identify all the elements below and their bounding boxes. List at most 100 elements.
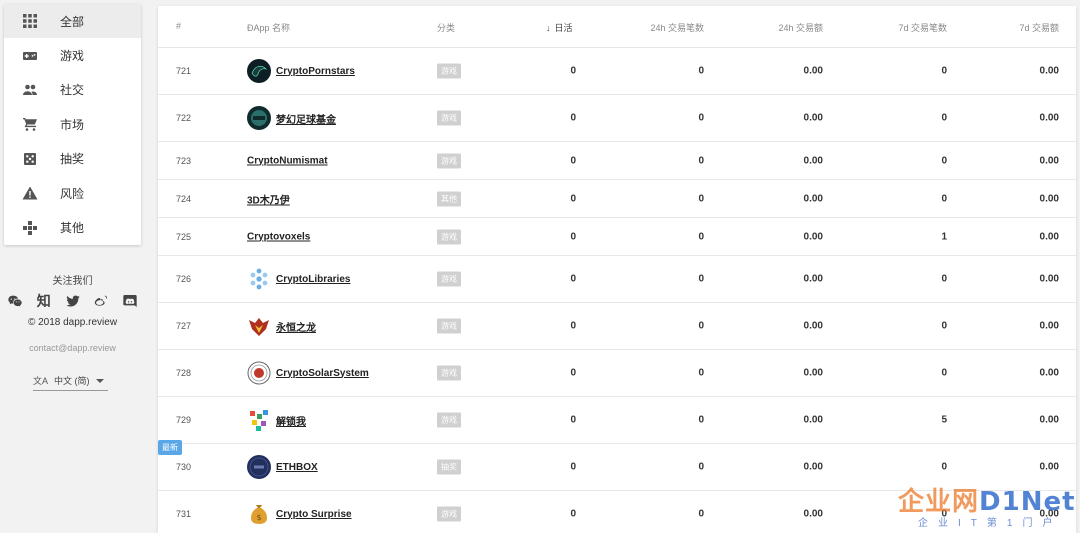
category-badge: 游戏 [437, 506, 461, 522]
row-dapp[interactable]: CryptoPornstars [247, 59, 355, 83]
sidebar-item-3[interactable]: 市场 [4, 107, 141, 141]
sidebar-item-label: 抽奖 [60, 152, 85, 167]
row-tx-7d: 0 [941, 367, 947, 379]
caret-down-icon [96, 378, 104, 383]
header-category: 分类 [437, 23, 456, 33]
dapp-name-link[interactable]: 解锁我 [276, 413, 306, 428]
table-row[interactable]: 725 Cryptovoxels 游戏 0 0 0.00 1 0.00 [158, 218, 1076, 256]
row-daily-active: 0 [570, 367, 576, 379]
row-tx-24h: 0 [698, 193, 704, 204]
row-dapp[interactable]: 永恒之龙 [247, 314, 316, 338]
dapp-name-link[interactable]: Cryptovoxels [247, 231, 310, 242]
category-badge: 游戏 [437, 412, 461, 428]
row-daily-active: 0 [570, 112, 576, 124]
dapp-name-link[interactable]: CryptoNumismat [247, 155, 328, 166]
category-badge: 游戏 [437, 229, 461, 244]
sidebar-item-6[interactable]: 其他 [4, 210, 141, 244]
twitter-icon[interactable] [64, 292, 82, 310]
discord-icon[interactable] [121, 292, 139, 310]
table-row[interactable]: 726 CryptoLibraries 游戏 0 0 0.00 0 0.00 [158, 256, 1076, 303]
sort-down-icon: ↓ [546, 23, 551, 33]
dapp-name-link[interactable]: 3D木乃伊 [247, 191, 290, 206]
row-dapp[interactable]: CryptoLibraries [247, 267, 350, 291]
dapp-name-link[interactable]: ETHBOX [276, 462, 318, 473]
header-name[interactable]: ĐApp 名称 [247, 21, 290, 34]
table-row[interactable]: 729 解锁我 游戏 0 0 0.00 5 0.00 [158, 397, 1076, 444]
table-row[interactable]: 727 永恒之龙 游戏 0 0 0.00 0 0.00 [158, 303, 1076, 350]
dapp-logo [247, 106, 271, 130]
row-vol-7d: 0.00 [1039, 273, 1059, 285]
category-badge: 游戏 [437, 271, 461, 287]
row-tx-24h: 0 [698, 414, 704, 426]
row-vol-7d: 0.00 [1039, 112, 1059, 124]
grid-icon [22, 13, 38, 29]
category-badge: 游戏 [437, 63, 461, 79]
row-dapp[interactable]: $ Crypto Surprise [247, 502, 352, 526]
header-tx-7d[interactable]: 7d 交易笔数 [898, 21, 947, 34]
row-dapp[interactable]: 3D木乃伊 [247, 191, 290, 206]
row-tx-7d: 0 [941, 320, 947, 332]
category-badge: 其他 [437, 191, 461, 206]
gamepad-icon [22, 48, 38, 64]
dapp-name-link[interactable]: CryptoLibraries [276, 274, 350, 285]
new-badge: 最新 [158, 440, 182, 455]
sidebar-item-1[interactable]: 游戏 [4, 38, 141, 72]
dapp-name-link[interactable]: Crypto Surprise [276, 509, 352, 520]
dapp-name-link[interactable]: 永恒之龙 [276, 319, 316, 334]
dapp-name-link[interactable]: CryptoPornstars [276, 66, 355, 77]
dapp-logo [247, 455, 271, 479]
sidebar-item-4[interactable]: 抽奖 [4, 142, 141, 176]
sidebar-item-5[interactable]: 风险 [4, 176, 141, 210]
row-daily-active: 0 [570, 155, 576, 166]
row-tx-24h: 0 [698, 367, 704, 379]
dapp-logo [247, 361, 271, 385]
row-tx-7d: 0 [941, 193, 947, 204]
header-tx-24h[interactable]: 24h 交易笔数 [650, 21, 704, 34]
row-tx-7d: 0 [941, 461, 947, 473]
row-rank: 724 [176, 193, 192, 204]
sidebar-item-2[interactable]: 社交 [4, 73, 141, 107]
row-tx-24h: 0 [698, 508, 704, 520]
language-select[interactable]: 文A 中文 (简) [33, 371, 108, 391]
watermark-brand: 企业网D1Net [898, 487, 1076, 517]
row-dapp[interactable]: ETHBOX [247, 455, 318, 479]
row-rank: 722 [176, 113, 192, 123]
sidebar-item-0[interactable]: 全部 [4, 4, 141, 39]
row-dapp[interactable]: 解锁我 [247, 408, 306, 432]
contact-email[interactable]: contact@dapp.review [0, 343, 145, 353]
row-vol-7d: 0.00 [1039, 461, 1059, 473]
dapp-logo [247, 59, 271, 83]
row-tx-24h: 0 [698, 461, 704, 473]
header-vol-7d[interactable]: 7d 交易额 [1019, 21, 1059, 34]
row-vol-7d: 0.00 [1039, 231, 1059, 242]
table-row[interactable]: 722 梦幻足球基金 游戏 0 0 0.00 0 0.00 [158, 95, 1076, 142]
dapp-logo [247, 408, 271, 432]
row-rank: 727 [176, 321, 192, 331]
wechat-icon[interactable] [6, 292, 24, 310]
category-badge: 游戏 [437, 318, 461, 334]
table-row[interactable]: 724 3D木乃伊 其他 0 0 0.00 0 0.00 [158, 180, 1076, 218]
site-watermark: 企业网D1Net 企业IT第1门户 [898, 481, 1076, 531]
row-dapp[interactable]: Cryptovoxels [247, 231, 310, 242]
weibo-icon[interactable] [92, 292, 110, 310]
row-dapp[interactable]: CryptoSolarSystem [247, 361, 369, 385]
table-row[interactable]: 721 CryptoPornstars 游戏 0 0 0.00 0 0.00 [158, 48, 1076, 95]
translate-icon: 文A [33, 376, 49, 386]
row-daily-active: 0 [570, 193, 576, 204]
row-dapp[interactable]: CryptoNumismat [247, 155, 328, 166]
header-daily-active[interactable]: ↓ 日活 [546, 21, 573, 34]
dapp-name-link[interactable]: CryptoSolarSystem [276, 368, 369, 379]
sidebar-item-label: 全部 [60, 14, 85, 29]
row-dapp[interactable]: 梦幻足球基金 [247, 106, 336, 130]
table-row[interactable]: 723 CryptoNumismat 游戏 0 0 0.00 0 0.00 [158, 142, 1076, 180]
svg-text:$: $ [256, 513, 261, 522]
table-row[interactable]: 728 CryptoSolarSystem 游戏 0 0 0.00 0 0.00 [158, 350, 1076, 397]
category-badge: 游戏 [437, 110, 461, 126]
people-icon [22, 82, 38, 98]
zhihu-icon[interactable]: 知 [35, 292, 53, 310]
header-vol-24h[interactable]: 24h 交易额 [778, 21, 823, 34]
row-vol-7d: 0.00 [1039, 320, 1059, 332]
dapp-name-link[interactable]: 梦幻足球基金 [276, 111, 336, 126]
row-tx-24h: 0 [698, 231, 704, 242]
row-rank: 731 [176, 509, 192, 519]
